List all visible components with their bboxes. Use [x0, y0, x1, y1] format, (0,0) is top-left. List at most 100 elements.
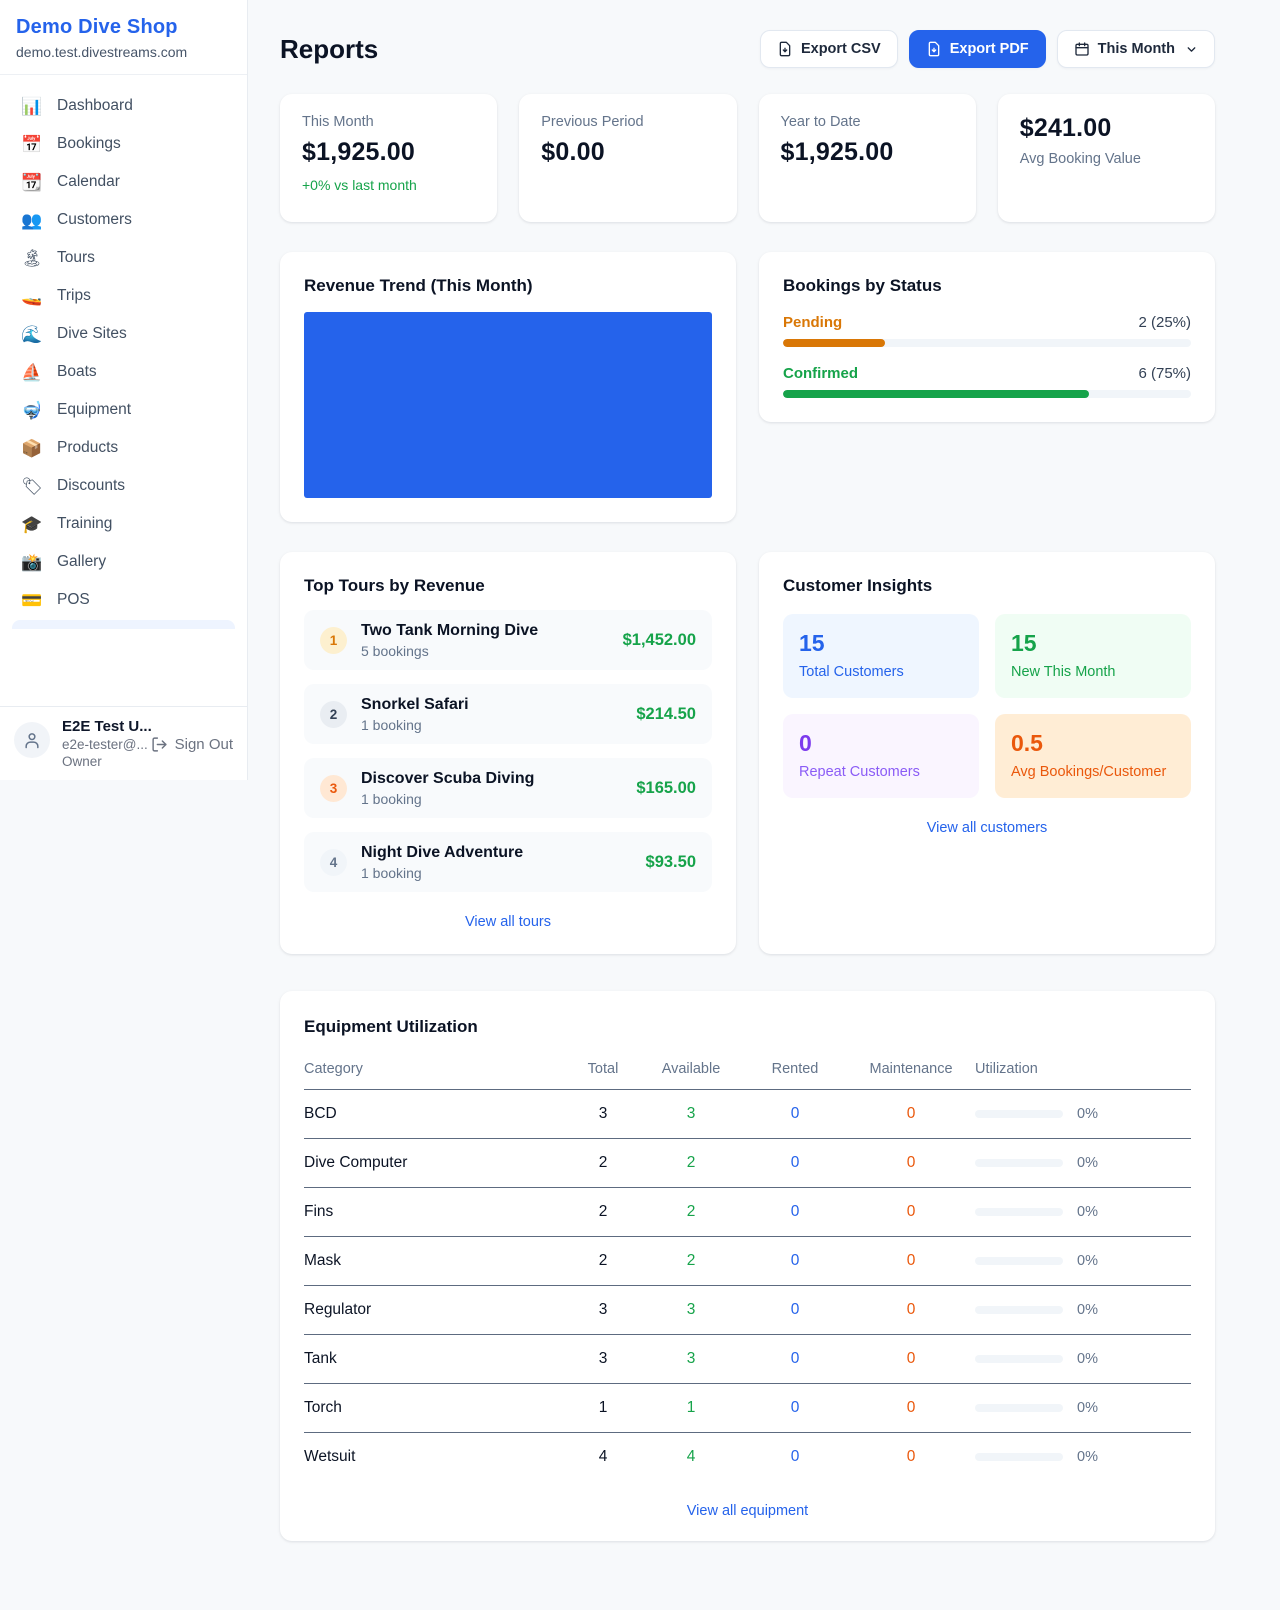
- sidebar-item-reports-partial[interactable]: [12, 620, 235, 629]
- tag-icon: 🏷: [20, 478, 44, 495]
- table-row: Dive Computer 2 2 0 0 0%: [304, 1139, 1191, 1188]
- export-pdf-button[interactable]: Export PDF: [909, 30, 1046, 68]
- sidebar-item-label: Training: [57, 515, 112, 533]
- file-download-icon: [777, 41, 793, 57]
- tour-name: Snorkel Safari: [361, 696, 469, 714]
- status-row-pending: Pending 2 (25%): [783, 314, 1191, 347]
- status-row-confirmed: Confirmed 6 (75%): [783, 365, 1191, 398]
- sidebar-item-dashboard[interactable]: 📊 Dashboard: [10, 87, 237, 125]
- view-all-equipment-link[interactable]: View all equipment: [304, 1503, 1191, 1519]
- sidebar-item-products[interactable]: 📦 Products: [10, 429, 237, 467]
- tile-label: Avg Bookings/Customer: [1011, 764, 1175, 780]
- tour-row: 1 Two Tank Morning Dive 5 bookings $1,45…: [304, 610, 712, 670]
- rank-badge: 2: [320, 701, 347, 728]
- stat-label: Year to Date: [781, 114, 954, 130]
- status-label: Pending: [783, 314, 842, 331]
- sidebar-item-customers[interactable]: 👥 Customers: [10, 201, 237, 239]
- sign-out-icon: [151, 736, 168, 753]
- cell-category: Wetsuit: [304, 1433, 567, 1481]
- cell-total: 4: [567, 1433, 639, 1481]
- tile-value: 0: [799, 730, 963, 757]
- stat-card-previous-period: Previous Period $0.00: [519, 94, 736, 222]
- sidebar-item-tours[interactable]: 🏝 Tours: [10, 239, 237, 277]
- cell-category: BCD: [304, 1090, 567, 1138]
- export-csv-button[interactable]: Export CSV: [760, 30, 898, 68]
- cell-utilization: 0%: [975, 1091, 1191, 1137]
- sidebar-item-gallery[interactable]: 📸 Gallery: [10, 543, 237, 581]
- island-icon: 🏝: [20, 250, 44, 267]
- sidebar-item-discounts[interactable]: 🏷 Discounts: [10, 467, 237, 505]
- revenue-bar: [304, 312, 712, 498]
- sidebar-header: Demo Dive Shop demo.test.divestreams.com: [0, 0, 247, 75]
- tile-value: 15: [799, 630, 963, 657]
- col-available: Available: [639, 1055, 743, 1089]
- sidebar-item-boats[interactable]: ⛵ Boats: [10, 353, 237, 391]
- utilization-track: [975, 1159, 1063, 1167]
- cell-total: 2: [567, 1139, 639, 1187]
- cell-category: Dive Computer: [304, 1139, 567, 1187]
- sidebar-item-equipment[interactable]: 🤿 Equipment: [10, 391, 237, 429]
- cell-rented: 0: [743, 1286, 847, 1334]
- period-dropdown[interactable]: This Month: [1057, 30, 1215, 68]
- sign-out-label: Sign Out: [175, 736, 233, 753]
- tile-label: Repeat Customers: [799, 764, 963, 780]
- tour-bookings: 1 booking: [361, 865, 523, 881]
- utilization-track: [975, 1208, 1063, 1216]
- rank-badge: 3: [320, 775, 347, 802]
- utilization-percent: 0%: [1077, 1302, 1098, 1318]
- sidebar-item-label: Products: [57, 439, 118, 457]
- sign-out-button[interactable]: Sign Out: [151, 736, 233, 753]
- stat-value: $1,925.00: [781, 138, 954, 167]
- bookings-by-status-card: Bookings by Status Pending 2 (25%) Confi…: [759, 252, 1215, 422]
- equipment-title: Equipment Utilization: [304, 1017, 1191, 1037]
- view-all-tours-link[interactable]: View all tours: [304, 914, 712, 930]
- tour-name: Two Tank Morning Dive: [361, 622, 538, 640]
- tile-value: 15: [1011, 630, 1175, 657]
- equipment-utilization-card: Equipment Utilization Category Total Ava…: [280, 991, 1215, 1541]
- sidebar-item-calendar[interactable]: 📆 Calendar: [10, 163, 237, 201]
- sidebar-item-bookings[interactable]: 📅 Bookings: [10, 125, 237, 163]
- cell-rented: 0: [743, 1139, 847, 1187]
- user-role: Owner: [62, 754, 139, 769]
- cell-category: Regulator: [304, 1286, 567, 1334]
- cell-maintenance: 0: [847, 1139, 975, 1187]
- tile-label: New This Month: [1011, 664, 1175, 680]
- table-row: Torch 1 1 0 0 0%: [304, 1384, 1191, 1433]
- tour-row: 3 Discover Scuba Diving 1 booking $165.0…: [304, 758, 712, 818]
- shop-domain: demo.test.divestreams.com: [16, 44, 231, 60]
- file-download-icon: [926, 41, 942, 57]
- sidebar-item-pos[interactable]: 💳 POS: [10, 581, 237, 619]
- cell-utilization: 0%: [975, 1238, 1191, 1284]
- cell-maintenance: 0: [847, 1384, 975, 1432]
- user-info: E2E Test U... e2e-tester@... Owner: [62, 718, 139, 769]
- equipment-table: Category Total Available Rented Maintena…: [304, 1055, 1191, 1481]
- tile-repeat-customers: 0 Repeat Customers: [783, 714, 979, 798]
- cell-available: 2: [639, 1188, 743, 1236]
- page-title: Reports: [280, 34, 378, 65]
- cell-total: 2: [567, 1237, 639, 1285]
- cell-category: Tank: [304, 1335, 567, 1383]
- cell-maintenance: 0: [847, 1237, 975, 1285]
- sidebar-item-dive-sites[interactable]: 🌊 Dive Sites: [10, 315, 237, 353]
- table-row: Regulator 3 3 0 0 0%: [304, 1286, 1191, 1335]
- calendar-icon: [1074, 41, 1090, 57]
- bookings-calendar-icon: 📅: [20, 136, 44, 153]
- cell-rented: 0: [743, 1384, 847, 1432]
- cell-utilization: 0%: [975, 1385, 1191, 1431]
- top-tours-card: Top Tours by Revenue 1 Two Tank Morning …: [280, 552, 736, 954]
- tile-avg-bookings: 0.5 Avg Bookings/Customer: [995, 714, 1191, 798]
- stat-change: +0% vs last month: [302, 177, 475, 193]
- avatar: [14, 722, 50, 758]
- col-maintenance: Maintenance: [847, 1055, 975, 1089]
- sidebar-item-label: Gallery: [57, 553, 106, 571]
- view-all-customers-link[interactable]: View all customers: [783, 820, 1191, 836]
- sidebar-item-trips[interactable]: 🚤 Trips: [10, 277, 237, 315]
- credit-card-icon: 💳: [20, 592, 44, 609]
- camera-icon: 📸: [20, 554, 44, 571]
- sidebar-nav: 📊 Dashboard 📅 Bookings 📆 Calendar 👥 Cust…: [0, 75, 247, 706]
- cell-available: 2: [639, 1139, 743, 1187]
- cell-available: 3: [639, 1090, 743, 1138]
- sidebar-item-training[interactable]: 🎓 Training: [10, 505, 237, 543]
- col-category: Category: [304, 1055, 567, 1089]
- progress-fill: [783, 339, 885, 347]
